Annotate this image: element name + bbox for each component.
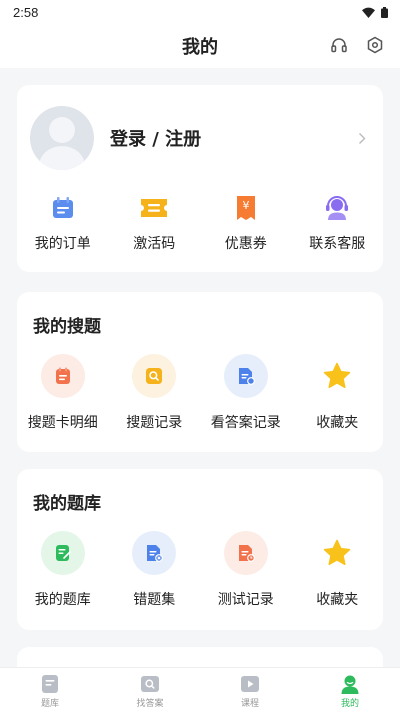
login-row[interactable]: 登录 / 注册 <box>30 105 369 171</box>
order-icon <box>48 193 78 223</box>
activation-code-icon <box>139 193 169 223</box>
tab-label: 课程 <box>240 699 259 709</box>
tab-label: 我的 <box>340 699 359 709</box>
grid-item-label: 测试记录 <box>217 592 274 608</box>
customer-service-icon <box>322 193 352 223</box>
quick-action-activation-code[interactable]: 激活码 <box>109 193 201 253</box>
my-search-grid: 搜题卡明细 搜题记录 看答案记录 收藏夹 <box>17 354 383 432</box>
grid-item-label: 错题集 <box>133 592 176 608</box>
tab-course[interactable]: 课程 <box>200 668 300 712</box>
grid-item-label: 看答案记录 <box>210 415 281 431</box>
grid-item-label: 搜题记录 <box>126 415 183 431</box>
tab-question-bank[interactable]: 题库 <box>0 668 100 712</box>
question-bank-tab-icon <box>40 674 60 694</box>
status-bar: 2:58 <box>0 0 400 24</box>
quick-action-label: 优惠券 <box>224 236 267 252</box>
test-record-icon <box>223 531 268 575</box>
my-search-card: 我的搜题 搜题卡明细 搜题记录 看答案记录 收藏夹 <box>17 292 383 452</box>
quick-action-label: 我的订单 <box>34 236 91 252</box>
star-icon <box>315 354 360 398</box>
my-bank-grid: 我的题库 错题集 测试记录 收藏夹 <box>17 531 383 609</box>
grid-item-label: 收藏夹 <box>316 592 359 608</box>
favorites-item[interactable]: 收藏夹 <box>292 354 384 432</box>
favorites-item[interactable]: 收藏夹 <box>292 531 384 609</box>
wrong-questions-icon <box>132 531 177 575</box>
quick-action-customer-service[interactable]: 联系客服 <box>292 193 384 253</box>
quick-action-coupons[interactable]: ¥ 优惠券 <box>200 193 292 253</box>
coupon-icon: ¥ <box>231 193 261 223</box>
grid-item-label: 搜题卡明细 <box>27 415 98 431</box>
user-card: 登录 / 注册 我的订单 激活码 ¥ 优惠券 联系客服 <box>17 85 383 272</box>
test-record-item[interactable]: 测试记录 <box>200 531 292 609</box>
svg-text:¥: ¥ <box>242 199 249 212</box>
search-card-icon <box>40 354 85 398</box>
grid-item-label: 收藏夹 <box>316 415 359 431</box>
tab-find-answer[interactable]: 找答案 <box>100 668 200 712</box>
section-title: 我的搜题 <box>33 317 101 337</box>
star-icon <box>315 531 360 575</box>
tab-profile[interactable]: 我的 <box>300 668 400 712</box>
answer-record-item[interactable]: 看答案记录 <box>200 354 292 432</box>
find-answer-tab-icon <box>140 674 160 694</box>
top-bar: 我的 <box>0 24 400 68</box>
course-tab-icon <box>240 674 260 694</box>
wrong-questions-item[interactable]: 错题集 <box>109 531 201 609</box>
my-question-bank-item[interactable]: 我的题库 <box>17 531 109 609</box>
battery-icon <box>381 3 388 22</box>
profile-tab-icon <box>340 674 360 694</box>
status-icons <box>362 3 388 22</box>
bottom-tab-bar: 题库 找答案 课程 我的 <box>0 667 400 712</box>
answer-record-icon <box>223 354 268 398</box>
search-record-item[interactable]: 搜题记录 <box>109 354 201 432</box>
question-bank-icon <box>40 531 85 575</box>
login-register-link[interactable]: 登录 / 注册 <box>110 125 355 151</box>
tab-label: 题库 <box>40 699 59 709</box>
quick-actions: 我的订单 激活码 ¥ 优惠券 联系客服 <box>17 193 383 253</box>
section-title: 我的题库 <box>33 494 101 514</box>
status-time: 2:58 <box>13 4 39 20</box>
quick-action-label: 激活码 <box>133 236 176 252</box>
my-question-bank-card: 我的题库 我的题库 错题集 测试记录 收藏夹 <box>17 469 383 630</box>
search-card-details-item[interactable]: 搜题卡明细 <box>17 354 109 432</box>
chevron-right-icon <box>355 131 369 145</box>
avatar[interactable] <box>30 106 94 170</box>
quick-action-label: 联系客服 <box>309 236 366 252</box>
grid-item-label: 我的题库 <box>34 592 91 608</box>
tab-label: 找答案 <box>136 699 164 709</box>
gear-icon[interactable] <box>364 34 386 56</box>
headset-icon[interactable] <box>328 34 350 56</box>
page-title: 我的 <box>182 37 218 58</box>
quick-action-orders[interactable]: 我的订单 <box>17 193 109 253</box>
search-record-icon <box>132 354 177 398</box>
wifi-icon <box>362 3 375 22</box>
